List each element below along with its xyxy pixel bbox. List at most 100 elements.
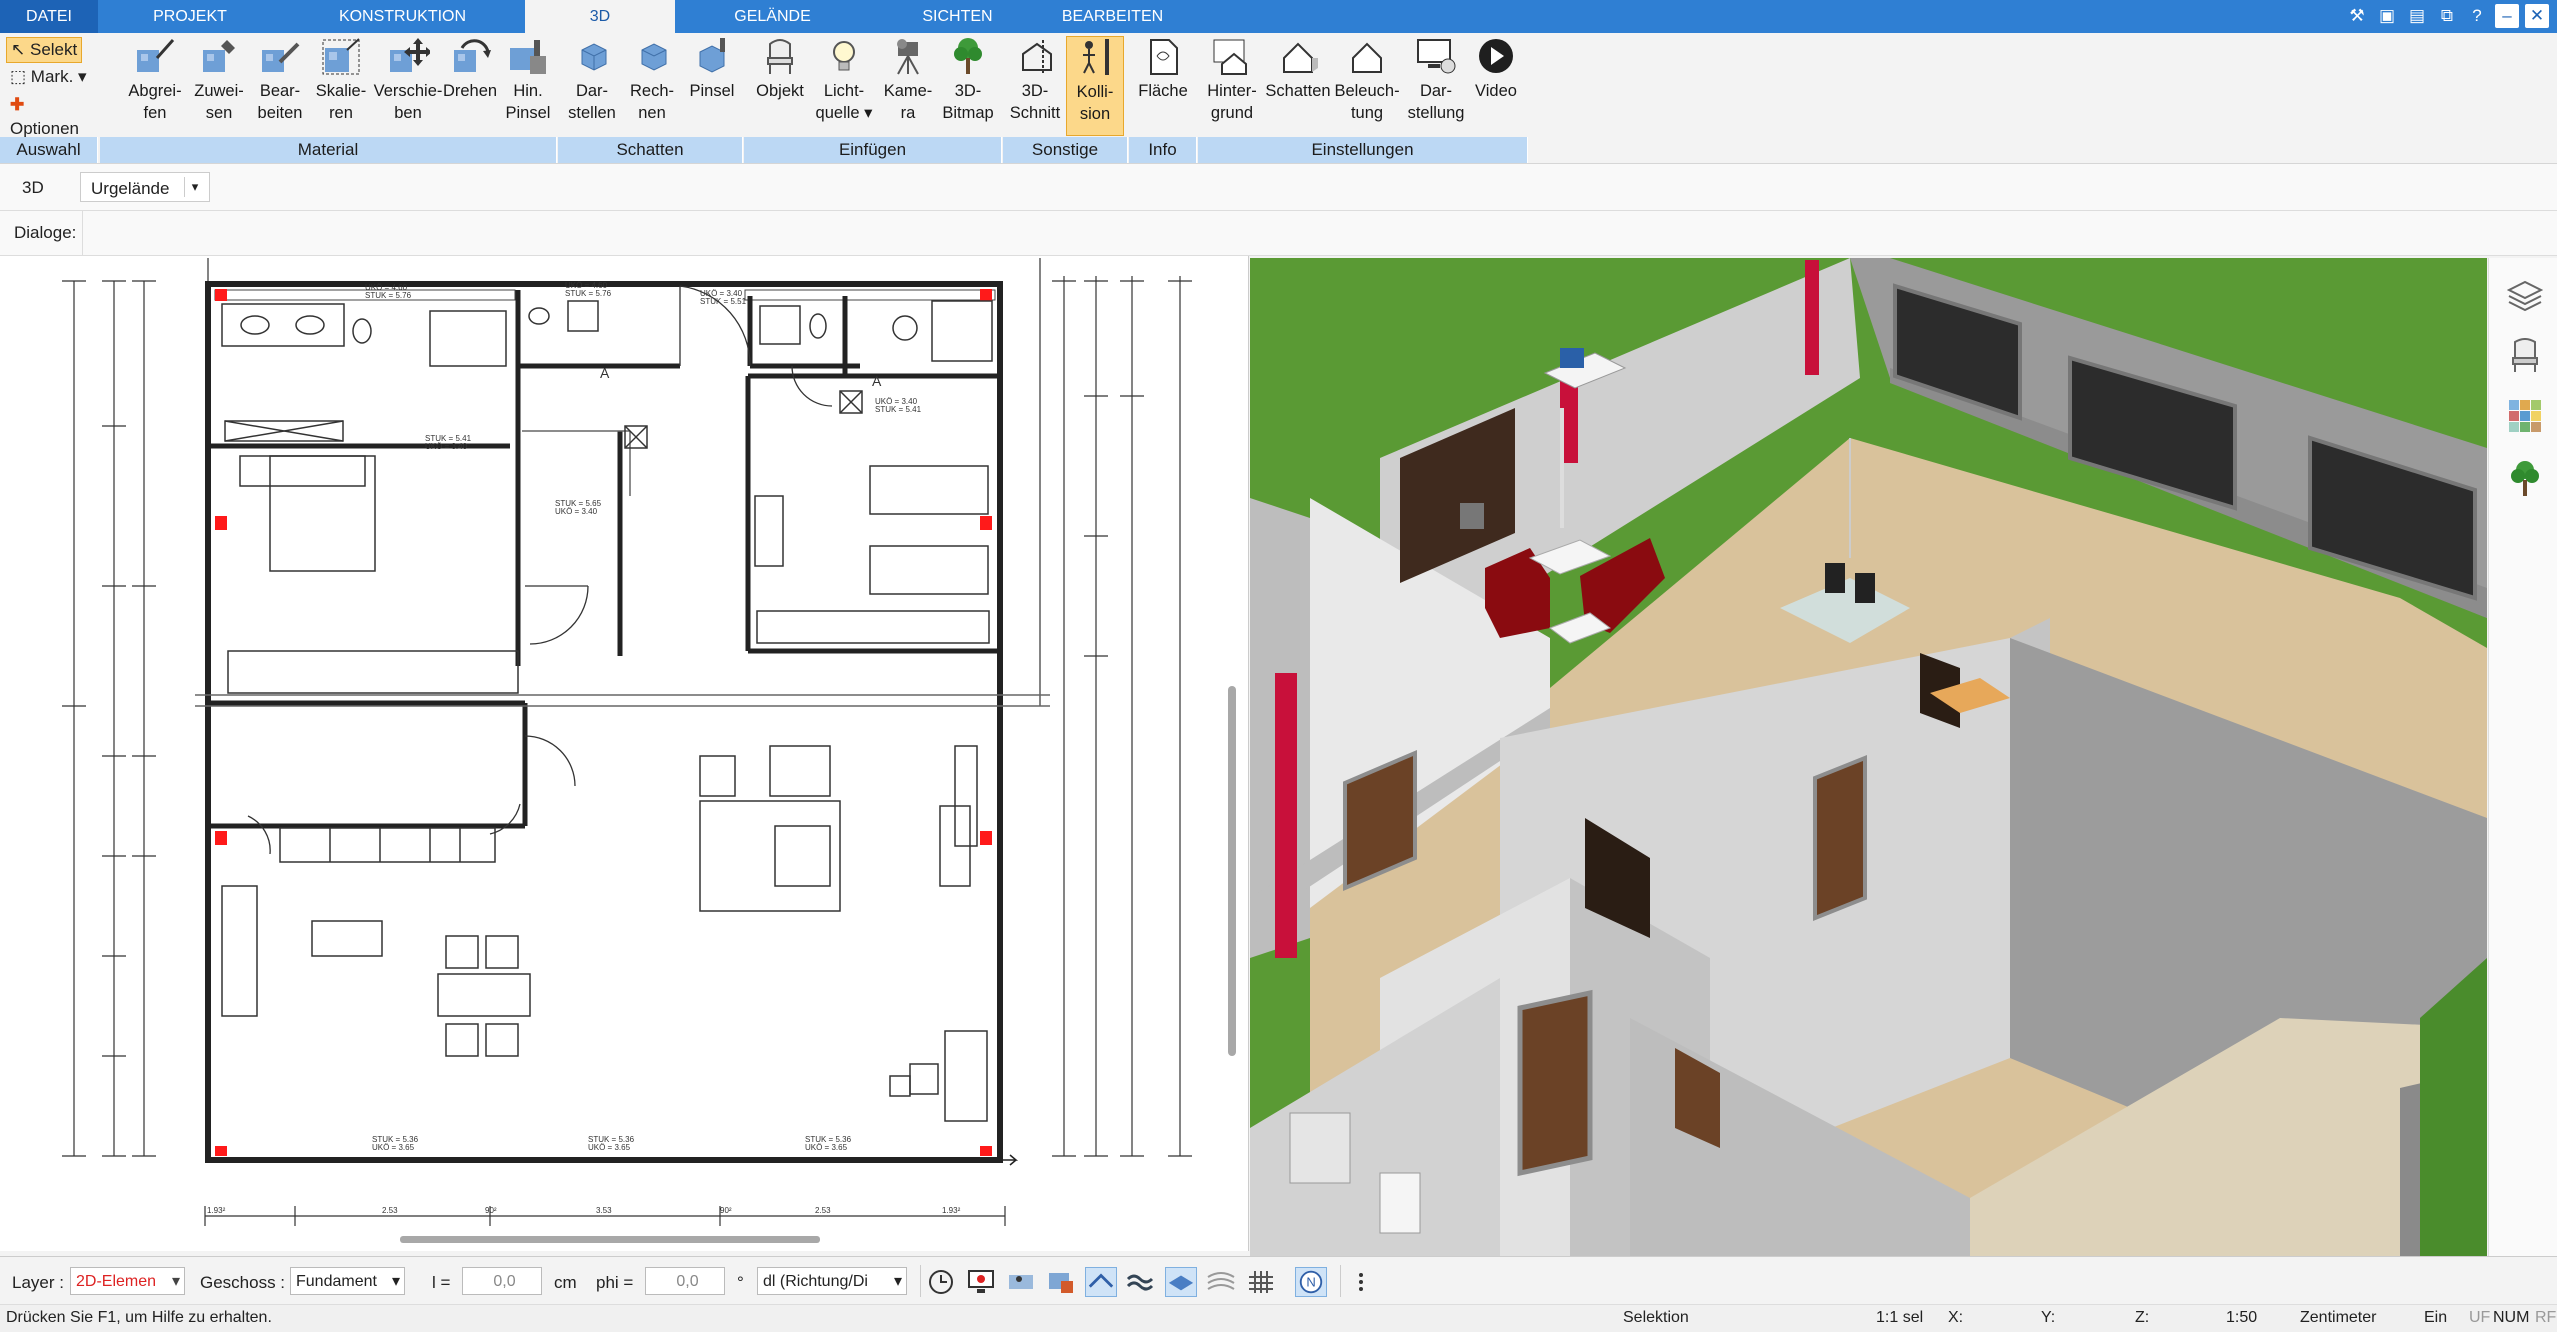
dialoge-label: Dialoge:: [14, 223, 77, 242]
3d-bitmap-button[interactable]: 3D- Bitmap: [936, 36, 1000, 136]
tab-bearbeiten[interactable]: BEARBEITEN: [1045, 0, 1180, 33]
grid-icon[interactable]: [1245, 1267, 1277, 1297]
window-icon[interactable]: ▣: [2375, 4, 2399, 28]
tools-icon[interactable]: ⚒: [2345, 4, 2369, 28]
geschoss-select[interactable]: Fundament ▾: [290, 1267, 405, 1295]
layer-select[interactable]: 2D-Elemen ▾: [70, 1267, 185, 1295]
skalieren-button[interactable]: Skalie-ren: [310, 36, 372, 136]
kollision-button[interactable]: Kolli-sion: [1066, 36, 1124, 136]
objekt-button[interactable]: Objekt: [748, 36, 812, 136]
plan-dim-label: STUK = 5.41: [875, 405, 922, 414]
geschoss-label: Geschoss :: [200, 1273, 286, 1292]
chair-catalog-icon[interactable]: [2507, 338, 2543, 374]
close-icon[interactable]: ✕: [2525, 4, 2549, 28]
vertical-scrollbar[interactable]: [1228, 686, 1236, 1056]
hin-pinsel-button[interactable]: Hin. Pinsel: [500, 36, 556, 136]
3d-schnitt-label-2: Schnitt: [1009, 104, 1061, 122]
mark-label: Mark.: [30, 67, 74, 86]
walk-icon[interactable]: [1005, 1267, 1037, 1297]
schatten-darstellen-label-1: Dar-: [575, 82, 609, 100]
svg-text:N: N: [1306, 1275, 1315, 1290]
bearbeiten-button[interactable]: Bear-beiten: [248, 36, 312, 136]
status-bar: Drücken Sie F1, um Hilfe zu erhalten. Se…: [0, 1304, 2557, 1332]
selekt-button[interactable]: ↖ Selekt: [6, 37, 83, 63]
monitor-icon[interactable]: [965, 1267, 997, 1297]
chevron-down-icon: ▾: [391, 1273, 400, 1290]
assign-material-icon: [203, 40, 235, 72]
optionen-button[interactable]: ✚ Optionen: [6, 93, 98, 138]
tile-icon[interactable]: ⧉: [2435, 4, 2459, 28]
hintergrund-label-2: grund: [1210, 104, 1254, 122]
wave-icon[interactable]: [1125, 1267, 1157, 1297]
roof-view-icon[interactable]: [1085, 1267, 1117, 1297]
plant-catalog-icon[interactable]: [2507, 458, 2543, 498]
group-label-schatten: Schatten: [558, 137, 743, 163]
tab-3d[interactable]: 3D: [525, 0, 675, 33]
lichtquelle-button[interactable]: Licht-quelle ▾: [812, 36, 876, 136]
floor-plan-canvas[interactable]: UKÖ = 4.60 STUK = 5.76 UKÖ = 4.60 STUK =…: [0, 256, 1248, 1251]
kamera-label-2: ra: [900, 104, 916, 122]
floor-plan-view[interactable]: UKÖ = 4.60 STUK = 5.76 UKÖ = 4.60 STUK =…: [0, 256, 1249, 1251]
material-palette-icon[interactable]: [2507, 398, 2543, 434]
terrain-lines-icon[interactable]: [1205, 1267, 1237, 1297]
3d-canvas[interactable]: [1250, 258, 2487, 1256]
layout-icon[interactable]: ▤: [2405, 4, 2429, 28]
dialog-toolbar: Dialoge:: [0, 211, 2557, 256]
flaeche-button[interactable]: Fläche: [1133, 36, 1193, 136]
tab-datei[interactable]: DATEI: [0, 0, 98, 33]
abgreifen-button[interactable]: Abgrei-fen: [120, 36, 190, 136]
tab-sichten[interactable]: SICHTEN: [880, 0, 1035, 33]
ribbon-tab-bar: DATEI PROJEKT KONSTRUKTION 3D GELÄNDE SI…: [0, 0, 2557, 33]
group-auswahl: ↖ Selekt ⬚ Mark. ▾ ✚ Optionen Auswahl: [0, 33, 98, 163]
direction-select[interactable]: dl (Richtung/Di ▾: [757, 1267, 907, 1295]
tab-konstruktion[interactable]: KONSTRUKTION: [300, 0, 505, 33]
zuweisen-label-1: Zuwei-: [194, 82, 244, 100]
phi-input[interactable]: 0,0: [645, 1267, 725, 1295]
right-sidebar: [2488, 258, 2557, 1256]
north-icon[interactable]: N: [1295, 1267, 1327, 1297]
plan-dim-label: STUK = 5.76: [565, 289, 612, 298]
drehen-button[interactable]: Drehen: [435, 36, 505, 136]
schatten-pinsel-label-1: Pinsel: [689, 82, 735, 100]
floor-plane-icon[interactable]: [1165, 1267, 1197, 1297]
more-vertical-icon[interactable]: [1345, 1267, 1377, 1297]
3d-view[interactable]: [1250, 258, 2487, 1256]
mark-button[interactable]: ⬚ Mark. ▾: [6, 65, 91, 89]
darstellung-button[interactable]: Dar-stellung: [1402, 36, 1470, 136]
schatten-pinsel-button[interactable]: Pinsel: [682, 36, 742, 136]
object-view-icon[interactable]: [1045, 1267, 1077, 1297]
help-icon[interactable]: ?: [2465, 4, 2489, 28]
kamera-button[interactable]: Kame-ra: [876, 36, 940, 136]
status-hint: Drücken Sie F1, um Hilfe zu erhalten.: [6, 1309, 272, 1326]
kollision-label-1: Kolli-: [1076, 83, 1114, 101]
schatten-einst-label-1: Schatten: [1265, 82, 1331, 100]
tab-projekt[interactable]: PROJEKT: [120, 0, 260, 33]
cursor-icon: ↖: [11, 40, 26, 59]
skalieren-label-2: ren: [329, 104, 353, 122]
horizontal-scrollbar[interactable]: [400, 1236, 820, 1243]
schatten-darstellen-button[interactable]: Dar-stellen: [562, 36, 622, 136]
hintergrund-button[interactable]: Hinter-grund: [1200, 36, 1264, 136]
clock-icon[interactable]: [925, 1267, 957, 1297]
beleuchtung-button[interactable]: Beleuch-tung: [1332, 36, 1402, 136]
beleuchtung-label-1: Beleuch-: [1334, 82, 1400, 100]
plan-dim-label: STUK = 5.51: [700, 297, 747, 306]
layers-icon[interactable]: [2507, 278, 2543, 314]
schatten-rechnen-button[interactable]: Rech-nen: [622, 36, 682, 136]
plan-dim-label: UKÖ = 3.40: [555, 507, 598, 516]
3d-schnitt-button[interactable]: 3D- Schnitt: [1005, 36, 1065, 136]
plan-marker-a: A: [600, 365, 610, 381]
bottom-toolbar: Layer : 2D-Elemen ▾ Geschoss : Fundament ▾…: [0, 1256, 2557, 1305]
terrain-select[interactable]: Urgelände ▾: [80, 172, 210, 202]
minimize-icon[interactable]: –: [2495, 4, 2519, 28]
video-button[interactable]: Video: [1466, 36, 1526, 136]
plan-dim-label: 1.93²: [942, 1206, 961, 1215]
status-scale: 1:50: [2226, 1309, 2258, 1326]
group-label-auswahl: Auswahl: [0, 137, 98, 163]
tab-gelaende[interactable]: GELÄNDE: [700, 0, 845, 33]
lighting-house-icon: [1352, 42, 1382, 73]
length-input[interactable]: 0,0: [462, 1267, 542, 1295]
schatten-einst-button[interactable]: Schatten: [1264, 36, 1332, 136]
zuweisen-button[interactable]: Zuwei-sen: [188, 36, 250, 136]
plan-dim-label: 3.53: [596, 1206, 612, 1215]
